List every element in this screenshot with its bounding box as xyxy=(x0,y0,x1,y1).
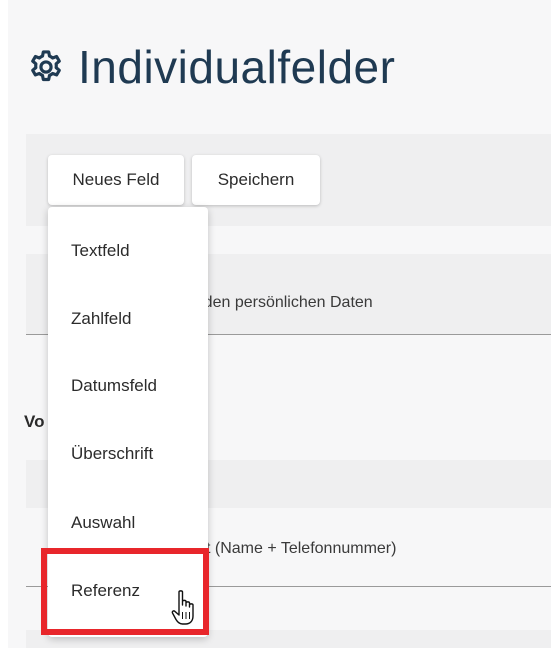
gear-icon xyxy=(26,47,66,87)
menu-item-textfeld[interactable]: Textfeld xyxy=(48,231,208,271)
menu-item-zahlfeld[interactable]: Zahlfeld xyxy=(48,299,208,339)
save-button[interactable]: Speichern xyxy=(192,155,320,205)
section-description: er den persönlichen Daten xyxy=(185,294,373,311)
menu-item-ueberschrift[interactable]: Überschrift xyxy=(48,434,208,474)
page-title: Individualfelder xyxy=(26,40,395,94)
section-heading: Vo xyxy=(24,412,45,431)
new-field-button[interactable]: Neues Feld xyxy=(48,155,184,205)
hand-pointer-cursor-icon xyxy=(170,588,200,628)
menu-item-datumsfeld[interactable]: Datumsfeld xyxy=(48,366,208,406)
page-title-text: Individualfelder xyxy=(78,41,396,93)
field-row-label: t (Name + Telefonnummer) xyxy=(206,540,397,557)
menu-item-auswahl[interactable]: Auswahl xyxy=(48,503,208,543)
